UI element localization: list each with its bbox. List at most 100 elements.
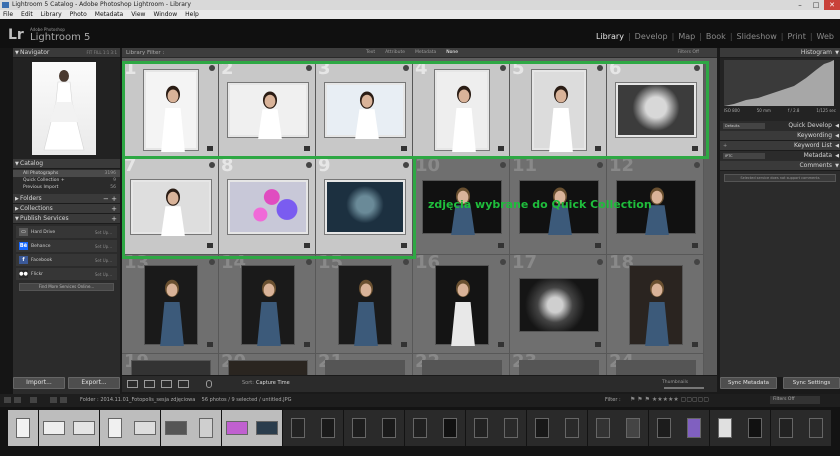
menu-view[interactable]: View xyxy=(131,10,145,19)
filmstrip-cell[interactable] xyxy=(770,410,801,446)
menu-edit[interactable]: Edit xyxy=(21,10,33,19)
export-button[interactable]: Export... xyxy=(68,377,120,389)
grid-view[interactable]: Library Filter : Text Attribute Metadata No… xyxy=(122,48,717,375)
spray-can-icon[interactable] xyxy=(206,380,212,388)
keyword-list-plus-icon[interactable]: + xyxy=(723,141,727,151)
quick-collection-dot-icon[interactable] xyxy=(694,162,700,168)
secondary-window-icon[interactable] xyxy=(14,397,21,403)
menu-library[interactable]: Library xyxy=(41,10,62,19)
catalog-item[interactable]: Quick Collection + 9 xyxy=(13,177,120,184)
catalog-header[interactable]: ▼ Catalog xyxy=(13,159,120,169)
filmstrip-cell[interactable] xyxy=(526,410,557,446)
filmstrip[interactable] xyxy=(0,407,840,456)
filmstrip-cell[interactable] xyxy=(8,410,38,446)
filmstrip-cell[interactable] xyxy=(679,410,709,446)
publish-service-setup[interactable]: Set Up... xyxy=(95,272,112,277)
grid-cell[interactable]: 14 xyxy=(219,255,316,354)
publish-services-header[interactable]: ▼ Publish Services + xyxy=(13,214,120,224)
sync-metadata-button[interactable]: Sync Metadata xyxy=(720,377,777,389)
grid-cell[interactable]: 17 xyxy=(510,255,607,354)
filmstrip-cell[interactable] xyxy=(252,410,282,446)
catalog-item[interactable]: Previous Import 56 xyxy=(13,184,120,191)
menu-metadata[interactable]: Metadata xyxy=(95,10,123,19)
filmstrip-cell[interactable] xyxy=(130,410,160,446)
filmstrip-cell[interactable] xyxy=(38,410,69,446)
menu-file[interactable]: File xyxy=(3,10,13,19)
filmstrip-filters-off-select[interactable]: Filters Off xyxy=(770,396,820,404)
grid-cell[interactable]: 20 xyxy=(219,354,316,375)
thumbnail-size-slider[interactable] xyxy=(664,387,704,389)
filmstrip-cell[interactable] xyxy=(709,410,740,446)
module-slideshow[interactable]: Slideshow xyxy=(737,32,777,41)
comments-header[interactable]: Comments ▼ xyxy=(720,161,840,171)
quick-collection-dot-icon[interactable] xyxy=(500,259,506,265)
module-library[interactable]: Library xyxy=(596,32,624,41)
quick-collection-dot-icon[interactable] xyxy=(597,259,603,265)
filmstrip-cell[interactable] xyxy=(221,410,252,446)
grid-cell[interactable]: 22 xyxy=(413,354,510,375)
quick-develop-preset-select[interactable]: Defaults xyxy=(723,123,765,129)
navigator-preview[interactable] xyxy=(13,58,120,159)
quick-collection-dot-icon[interactable] xyxy=(500,162,506,168)
publish-service-behance[interactable]: Bē Behance Set Up... xyxy=(16,240,117,252)
filter-option-text[interactable]: Text xyxy=(366,48,375,58)
quick-develop-header[interactable]: Quick Develop ◀ xyxy=(768,121,840,131)
filmstrip-cell[interactable] xyxy=(496,410,526,446)
filmstrip-rating-filter[interactable]: ⚑ ⚑ ⚑ ★★★★★ ▢▢▢▢▢ xyxy=(630,396,709,403)
publish-service-hard-drive[interactable]: ▭ Hard Drive Set Up... xyxy=(16,226,117,238)
filmstrip-cell[interactable] xyxy=(618,410,648,446)
primary-window-icon[interactable] xyxy=(4,397,11,403)
module-map[interactable]: Map xyxy=(678,32,695,41)
filmstrip-cell[interactable] xyxy=(191,410,221,446)
catalog-item[interactable]: All Photographs 3196 xyxy=(13,170,120,177)
filter-option-metadata[interactable]: Metadata xyxy=(415,48,436,58)
sync-settings-button[interactable]: Sync Settings xyxy=(783,377,840,389)
filmstrip-cell[interactable] xyxy=(435,410,465,446)
metadata-preset-select[interactable]: IPTC xyxy=(723,153,765,159)
keywording-header[interactable]: Keywording ◀ xyxy=(720,131,840,141)
keyword-list-header[interactable]: + Keyword List ◀ xyxy=(720,141,840,151)
module-web[interactable]: Web xyxy=(817,32,834,41)
forward-arrow-icon[interactable] xyxy=(60,397,67,403)
module-print[interactable]: Print xyxy=(787,32,805,41)
import-button[interactable]: Import... xyxy=(13,377,65,389)
quick-collection-dot-icon[interactable] xyxy=(209,259,215,265)
quick-collection-dot-icon[interactable] xyxy=(694,259,700,265)
publish-service-facebook[interactable]: f Facebook Set Up... xyxy=(16,254,117,266)
module-develop[interactable]: Develop xyxy=(635,32,668,41)
back-arrow-icon[interactable] xyxy=(50,397,57,403)
filmstrip-cell[interactable] xyxy=(343,410,374,446)
filmstrip-cell[interactable] xyxy=(282,410,313,446)
folders-header[interactable]: ▶ Folders − + xyxy=(13,194,120,204)
filmstrip-cell[interactable] xyxy=(313,410,343,446)
grid-shortcut-icon[interactable] xyxy=(30,397,37,403)
filmstrip-cell[interactable] xyxy=(801,410,831,446)
menu-window[interactable]: Window xyxy=(153,10,177,19)
minimize-button[interactable]: – xyxy=(792,0,808,10)
folders-minus-icon[interactable]: − + xyxy=(103,194,117,204)
filmstrip-cell[interactable] xyxy=(160,410,191,446)
quick-collection-dot-icon[interactable] xyxy=(403,259,409,265)
maximize-button[interactable]: □ xyxy=(808,0,824,10)
menu-photo[interactable]: Photo xyxy=(70,10,87,19)
filmstrip-cell[interactable] xyxy=(740,410,770,446)
histogram-header[interactable]: Histogram ▼ xyxy=(720,48,840,58)
collections-header[interactable]: ▶ Collections + xyxy=(13,204,120,214)
filmstrip-cell[interactable] xyxy=(374,410,404,446)
filmstrip-source[interactable]: Folder : 2014.11.01_Fotopolis_sesja zdję… xyxy=(80,397,195,403)
publish-service-setup[interactable]: Set Up... xyxy=(95,244,112,249)
grid-cell[interactable]: 13 xyxy=(122,255,219,354)
loupe-view-icon[interactable] xyxy=(144,380,155,388)
library-filters-off[interactable]: Filters Off xyxy=(677,48,699,58)
filter-option-none[interactable]: None xyxy=(446,48,458,58)
compare-view-icon[interactable] xyxy=(161,380,172,388)
publish-service-setup[interactable]: Set Up... xyxy=(95,258,112,263)
grid-view-icon[interactable] xyxy=(127,380,138,388)
publish-service-flickr[interactable]: ●● Flickr Set Up... xyxy=(16,268,117,280)
filter-option-attribute[interactable]: Attribute xyxy=(385,48,405,58)
filmstrip-cell[interactable] xyxy=(404,410,435,446)
filmstrip-cell[interactable] xyxy=(465,410,496,446)
filmstrip-cell[interactable] xyxy=(99,410,130,446)
module-book[interactable]: Book xyxy=(706,32,726,41)
metadata-header[interactable]: Metadata ◀ xyxy=(768,151,840,161)
